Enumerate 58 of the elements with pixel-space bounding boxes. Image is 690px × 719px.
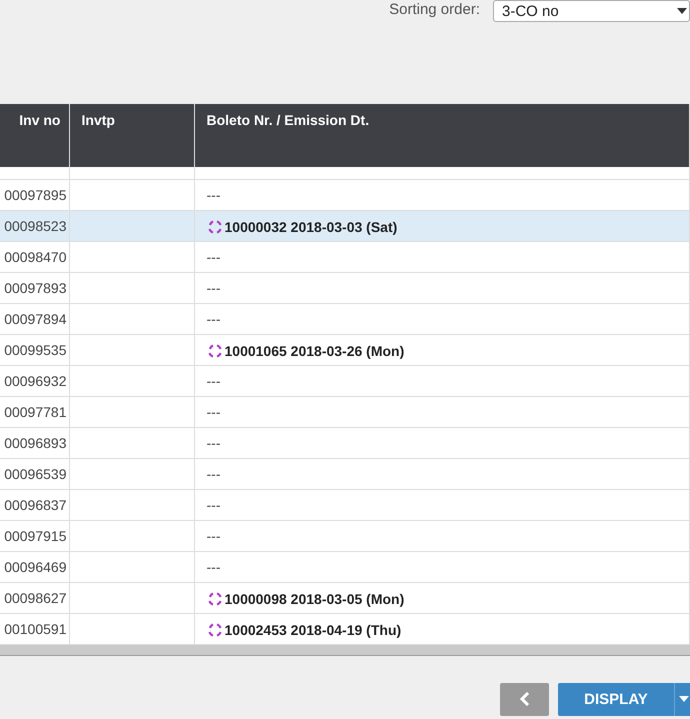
table-row[interactable]: 00096539 --- (0, 458, 690, 489)
caret-icon (679, 696, 689, 702)
table-cell: 00100591 (0, 613, 69, 644)
refresh-icon (206, 343, 222, 359)
column-header[interactable]: Inv no (0, 104, 69, 167)
boleto-link[interactable]: 10002453 2018-04-19 (Thu) (224, 622, 402, 638)
table-cell: 00099535 (0, 334, 69, 365)
table-cell: --- (194, 427, 690, 458)
table-cell: 00097915 (0, 520, 69, 551)
table-cell: --- (194, 520, 690, 551)
table-cell: 00096469 (0, 551, 69, 582)
table-cell: --- (194, 396, 690, 427)
boleto-link[interactable]: 10000098 2018-03-05 (Mon) (224, 591, 404, 607)
table-cell: --- (194, 179, 690, 210)
column-header[interactable]: Boleto Nr. / Emission Dt. (194, 104, 690, 167)
table-cell: --- (194, 272, 690, 303)
table-cell: --- (194, 241, 690, 272)
table-cell: 00096893 (0, 427, 69, 458)
table-row[interactable]: 00097915 --- (0, 520, 690, 551)
table-row[interactable]: 00096932 --- (0, 365, 690, 396)
table-cell: --- (194, 458, 690, 489)
table-cell: 00097895 (0, 179, 69, 210)
table-row[interactable]: 00098627 10000098 2018-03-05 (Mon) (0, 582, 690, 613)
table-cell: 00098523 (0, 210, 69, 241)
table-row[interactable]: 00097781 --- (0, 396, 690, 427)
table-row[interactable]: 00097895 --- (0, 179, 690, 210)
table-row[interactable]: 00096469 --- (0, 551, 690, 582)
table-row[interactable]: 00097893 --- (0, 272, 690, 303)
table-cell: --- (194, 489, 690, 520)
boleto-link[interactable]: 10001065 2018-03-26 (Mon) (224, 343, 404, 359)
table-cell: 00097893 (0, 272, 69, 303)
refresh-icon (206, 622, 222, 638)
refresh-icon (206, 219, 222, 235)
table-cell: 00097781 (0, 396, 69, 427)
sorting-order-select[interactable]: 3-CO no (493, 0, 690, 22)
table-cell: 00098470 (0, 241, 69, 272)
table-row[interactable]: 00099535 10001065 2018-03-26 (Mon) (0, 334, 690, 365)
table-cell: --- (194, 551, 690, 582)
table-cell: --- (194, 303, 690, 334)
boleto-link[interactable]: 10000032 2018-03-03 (Sat) (224, 219, 398, 235)
back-button[interactable] (500, 682, 549, 716)
chevron-left-icon (520, 692, 530, 706)
table-cell: 00096932 (0, 365, 69, 396)
table-cell: --- (194, 365, 690, 396)
caret-icon (677, 8, 687, 14)
table-row[interactable]: 00098470 --- (0, 241, 690, 272)
table-row[interactable]: 00100591 10002453 2018-04-19 (Thu) (0, 613, 690, 644)
table-cell: 00096837 (0, 489, 69, 520)
table-row[interactable]: 00096893 --- (0, 427, 690, 458)
sorting-order-label: Sorting order: (389, 1, 480, 18)
table-row[interactable]: 00097894 --- (0, 303, 690, 334)
table-cell: 00097894 (0, 303, 69, 334)
refresh-icon (206, 591, 222, 607)
table-row[interactable]: 00096837 --- (0, 489, 690, 520)
column-header[interactable]: Invtp (69, 104, 194, 167)
table-cell: 00096539 (0, 458, 69, 489)
table-cell: 00098627 (0, 582, 69, 613)
horizontal-scrollbar[interactable] (0, 644, 690, 656)
